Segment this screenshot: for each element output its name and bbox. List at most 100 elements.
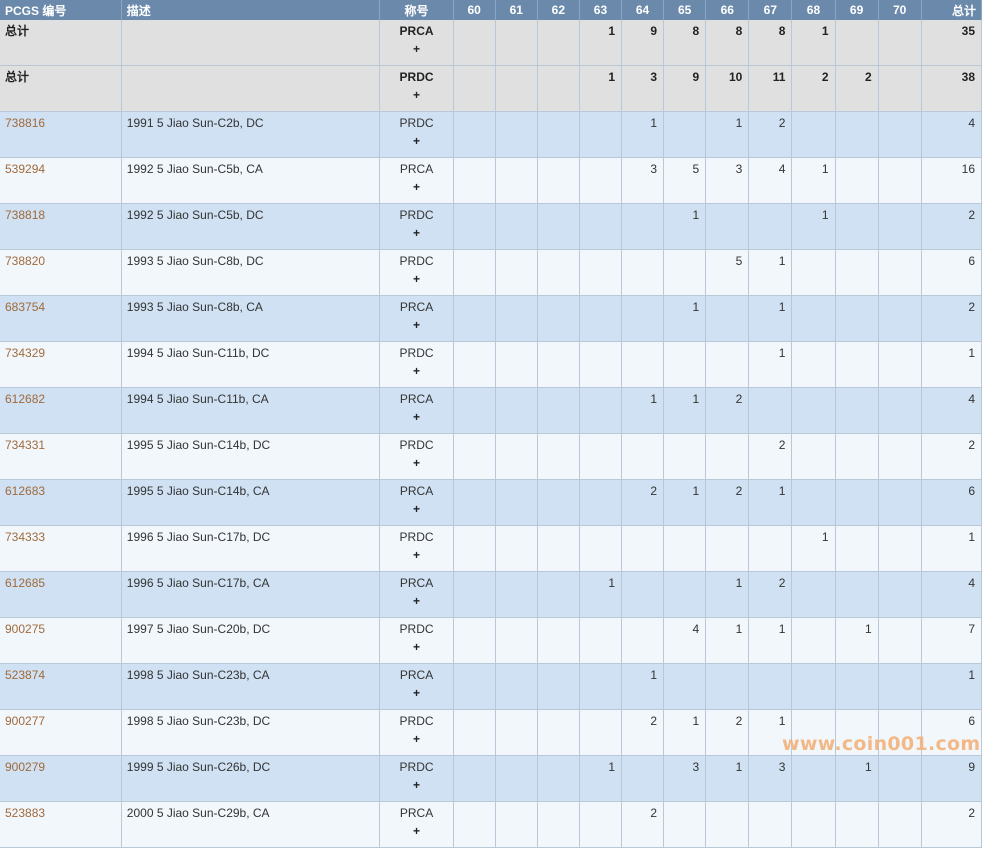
header-grade: 60 xyxy=(453,0,496,20)
pcgs-number-link[interactable]: 738818 xyxy=(5,208,45,222)
pcgs-number-link[interactable]: 900279 xyxy=(5,760,45,774)
pcgs-cell: 734329 xyxy=(0,341,122,388)
pcgs-cell: 900279 xyxy=(0,755,122,802)
row-total-cell: 1 xyxy=(921,663,982,710)
pcgs-cell: 738820 xyxy=(0,249,122,296)
plus-marker: + xyxy=(413,272,421,286)
pcgs-cell: 738816 xyxy=(0,111,122,158)
grade-count-cell xyxy=(748,525,793,572)
plus-marker: + xyxy=(413,134,421,148)
grade-count-cell xyxy=(495,571,538,618)
pcgs-number-link[interactable]: 734331 xyxy=(5,438,45,452)
grade-count-cell xyxy=(791,111,836,158)
grade-count-cell xyxy=(705,663,750,710)
row-total-cell: 6 xyxy=(921,479,982,526)
grade-count-cell xyxy=(537,801,580,848)
grade-count-cell: 4 xyxy=(748,157,793,204)
plus-marker: + xyxy=(413,318,421,332)
row-total-cell: 2 xyxy=(921,433,982,480)
grade-count-cell xyxy=(835,433,879,480)
designation-label: PRDC xyxy=(399,70,434,84)
grade-count-cell xyxy=(495,203,538,250)
grade-count-cell: 2 xyxy=(835,65,879,112)
totals-label: 总计 xyxy=(0,65,122,112)
row-total-cell: 1 xyxy=(921,341,982,388)
grade-count-cell xyxy=(663,341,707,388)
pcgs-number-link[interactable]: 523874 xyxy=(5,668,45,682)
grade-count-cell xyxy=(579,801,623,848)
grade-count-cell xyxy=(579,663,623,710)
totals-desc-cell xyxy=(121,20,381,66)
grade-count-cell xyxy=(878,479,922,526)
grade-count-cell xyxy=(579,479,623,526)
grade-count-cell xyxy=(579,341,623,388)
grade-count-cell xyxy=(453,617,496,664)
designation-label: PRDC xyxy=(399,254,434,268)
row-total-cell: 38 xyxy=(921,65,982,112)
header-grade: 65 xyxy=(663,0,707,20)
grade-count-cell xyxy=(878,525,922,572)
grade-count-cell: 8 xyxy=(748,20,793,66)
grade-count-cell: 3 xyxy=(663,755,707,802)
designation-label: PRCA xyxy=(399,24,434,38)
designation-label: PRDC xyxy=(399,438,434,452)
grade-count-cell xyxy=(835,157,879,204)
description-cell: 1996 5 Jiao Sun-C17b, DC xyxy=(121,525,381,572)
grade-count-cell xyxy=(453,709,496,756)
designation-label: PRCA xyxy=(399,162,434,176)
grade-count-cell: 1 xyxy=(705,571,750,618)
grade-count-cell xyxy=(537,663,580,710)
pcgs-cell: 900275 xyxy=(0,617,122,664)
row-total-cell: 35 xyxy=(921,20,982,66)
grade-count-cell xyxy=(878,111,922,158)
grade-count-cell: 3 xyxy=(705,157,750,204)
grade-count-cell: 1 xyxy=(663,295,707,342)
table-row: 683754 1993 5 Jiao Sun-C8b, CA PRCA +1 1 2 xyxy=(0,295,982,342)
pcgs-number-link[interactable]: 683754 xyxy=(5,300,45,314)
grade-count-cell xyxy=(495,663,538,710)
grade-count-cell: 1 xyxy=(621,663,665,710)
grade-count-cell xyxy=(791,387,836,434)
table-row: 612682 1994 5 Jiao Sun-C11b, CA PRCA +1 1 2 4 xyxy=(0,387,982,434)
grade-count-cell xyxy=(537,249,580,296)
grade-count-cell xyxy=(663,249,707,296)
grade-count-cell xyxy=(537,111,580,158)
grade-count-cell xyxy=(791,479,836,526)
description-cell: 1991 5 Jiao Sun-C2b, DC xyxy=(121,111,381,158)
plus-marker: + xyxy=(413,456,421,470)
header-grade: 69 xyxy=(835,0,879,20)
grade-count-cell xyxy=(495,801,538,848)
designation-cell: PRDC + xyxy=(379,709,454,756)
pcgs-number-link[interactable]: 738820 xyxy=(5,254,45,268)
grade-count-cell: 2 xyxy=(621,709,665,756)
pcgs-number-link[interactable]: 523883 xyxy=(5,806,45,820)
grade-count-cell: 2 xyxy=(791,65,836,112)
grade-count-cell xyxy=(453,387,496,434)
designation-cell: PRCA + xyxy=(379,295,454,342)
grade-count-cell: 5 xyxy=(663,157,707,204)
designation-label: PRDC xyxy=(399,714,434,728)
pcgs-cell: 683754 xyxy=(0,295,122,342)
grade-count-cell xyxy=(537,157,580,204)
grade-count-cell: 9 xyxy=(621,20,665,66)
pcgs-number-link[interactable]: 612683 xyxy=(5,484,45,498)
designation-cell: PRDC + xyxy=(379,203,454,250)
totals-label: 总计 xyxy=(0,20,122,66)
grade-count-cell xyxy=(495,617,538,664)
pcgs-number-link[interactable]: 734329 xyxy=(5,346,45,360)
row-total-cell: 9 xyxy=(921,755,982,802)
pcgs-number-link[interactable]: 612685 xyxy=(5,576,45,590)
header-designation: 称号 xyxy=(379,0,454,20)
pcgs-number-link[interactable]: 734333 xyxy=(5,530,45,544)
grade-count-cell: 1 xyxy=(705,111,750,158)
pcgs-number-link[interactable]: 900275 xyxy=(5,622,45,636)
pcgs-number-link[interactable]: 539294 xyxy=(5,162,45,176)
pcgs-number-link[interactable]: 738816 xyxy=(5,116,45,130)
pcgs-number-link[interactable]: 900277 xyxy=(5,714,45,728)
designation-cell: PRCA + xyxy=(379,479,454,526)
grade-count-cell xyxy=(579,709,623,756)
grade-count-cell xyxy=(621,295,665,342)
grade-count-cell: 1 xyxy=(663,387,707,434)
grade-count-cell: 1 xyxy=(579,65,623,112)
pcgs-number-link[interactable]: 612682 xyxy=(5,392,45,406)
